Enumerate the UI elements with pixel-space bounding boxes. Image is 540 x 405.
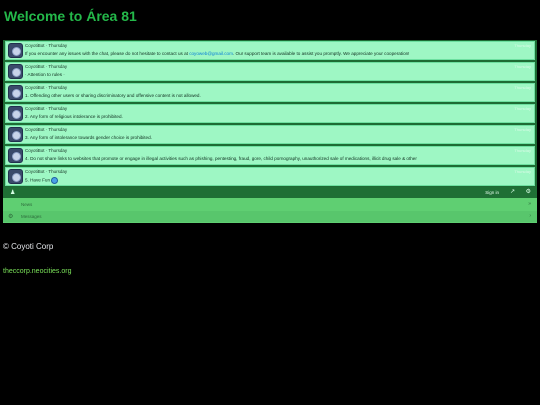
bot-avatar[interactable] <box>8 85 23 100</box>
message-author: CoyotiBot · Thursday <box>25 85 68 90</box>
bot-avatar[interactable] <box>8 43 23 58</box>
chevron-icon: › <box>529 213 531 219</box>
message-time: Thursday <box>514 64 531 69</box>
bot-avatar[interactable] <box>8 64 23 79</box>
message-time: Thursday <box>514 43 531 48</box>
panel-item-news[interactable]: News » <box>3 199 537 210</box>
message-text: 3. Any form of intolerance towards gende… <box>25 135 152 140</box>
message-author: CoyotiBot · Thursday <box>25 148 68 153</box>
message-text-part: . Our support team is available to assis… <box>232 51 410 56</box>
message-text-part: If you encounter any issues with the cha… <box>25 51 190 56</box>
message-time: Thursday <box>514 148 531 153</box>
chat-message: CoyotiBot · Thursday Thursday 4. Do not … <box>5 146 535 165</box>
chat-message: CoyotiBot · Thursday Thursday · Attentio… <box>5 62 535 81</box>
gear-icon[interactable]: ⚙ <box>526 188 531 195</box>
bot-avatar[interactable] <box>8 148 23 163</box>
user-icon[interactable]: ♟ <box>10 189 15 196</box>
chat-message: CoyotiBot · Thursday Thursday 2. Any for… <box>5 104 535 123</box>
chat-toolbar: ♟ Sign in ↗ ⚙ <box>3 187 537 198</box>
bot-avatar[interactable] <box>8 106 23 121</box>
chat-messages: CoyotiBot · Thursday Thursday If you enc… <box>3 40 537 188</box>
page-title: Welcome to Área 81 <box>4 8 137 24</box>
bot-avatar[interactable] <box>8 127 23 142</box>
chat-message: CoyotiBot · Thursday Thursday 1. Offendi… <box>5 83 535 102</box>
message-text: If you encounter any issues with the cha… <box>25 51 409 56</box>
message-author: CoyotiBot · Thursday <box>25 43 68 48</box>
copyright-text: © Coyoti Corp <box>3 242 54 251</box>
bot-avatar[interactable] <box>8 169 23 184</box>
message-text-part: 5. Have Fun <box>25 177 51 183</box>
message-text: 4. Do not share links to websites that p… <box>25 156 417 161</box>
message-text: · Attention to rules · <box>25 72 65 77</box>
message-time: Thursday <box>514 127 531 132</box>
chevron-icon: » <box>528 201 531 207</box>
panel-item-label: News <box>21 202 33 207</box>
support-email-link[interactable]: coyoweb@gmail.com <box>189 51 233 56</box>
panel-item-label: Messages <box>21 214 42 219</box>
message-time: Thursday <box>514 169 531 174</box>
message-time: Thursday <box>514 85 531 90</box>
message-time: Thursday <box>514 106 531 111</box>
message-author: CoyotiBot · Thursday <box>25 106 68 111</box>
message-author: CoyotiBot · Thursday <box>25 127 68 132</box>
chat-message: CoyotiBot · Thursday Thursday 5. Have Fu… <box>5 167 535 186</box>
message-text: 5. Have Fun <box>25 177 59 184</box>
chat-message: CoyotiBot · Thursday Thursday 3. Any for… <box>5 125 535 144</box>
sign-in-button[interactable]: Sign in <box>485 190 499 195</box>
chat-message: CoyotiBot · Thursday Thursday If you enc… <box>5 41 535 60</box>
site-link[interactable]: theccorp.neocities.org <box>3 268 71 275</box>
chat-panel: News » ⚙ Messages › <box>3 198 537 223</box>
panel-item-messages[interactable]: ⚙ Messages › <box>3 211 537 222</box>
message-author: CoyotiBot · Thursday <box>25 169 68 174</box>
settings-icon: ⚙ <box>8 214 14 220</box>
external-link-icon[interactable]: ↗ <box>510 188 515 195</box>
smile-emoji-icon <box>51 177 59 184</box>
message-text: 2. Any form of religious intolerance is … <box>25 114 123 119</box>
message-text: 1. Offending other users or sharing disc… <box>25 93 201 98</box>
message-author: CoyotiBot · Thursday <box>25 64 68 69</box>
